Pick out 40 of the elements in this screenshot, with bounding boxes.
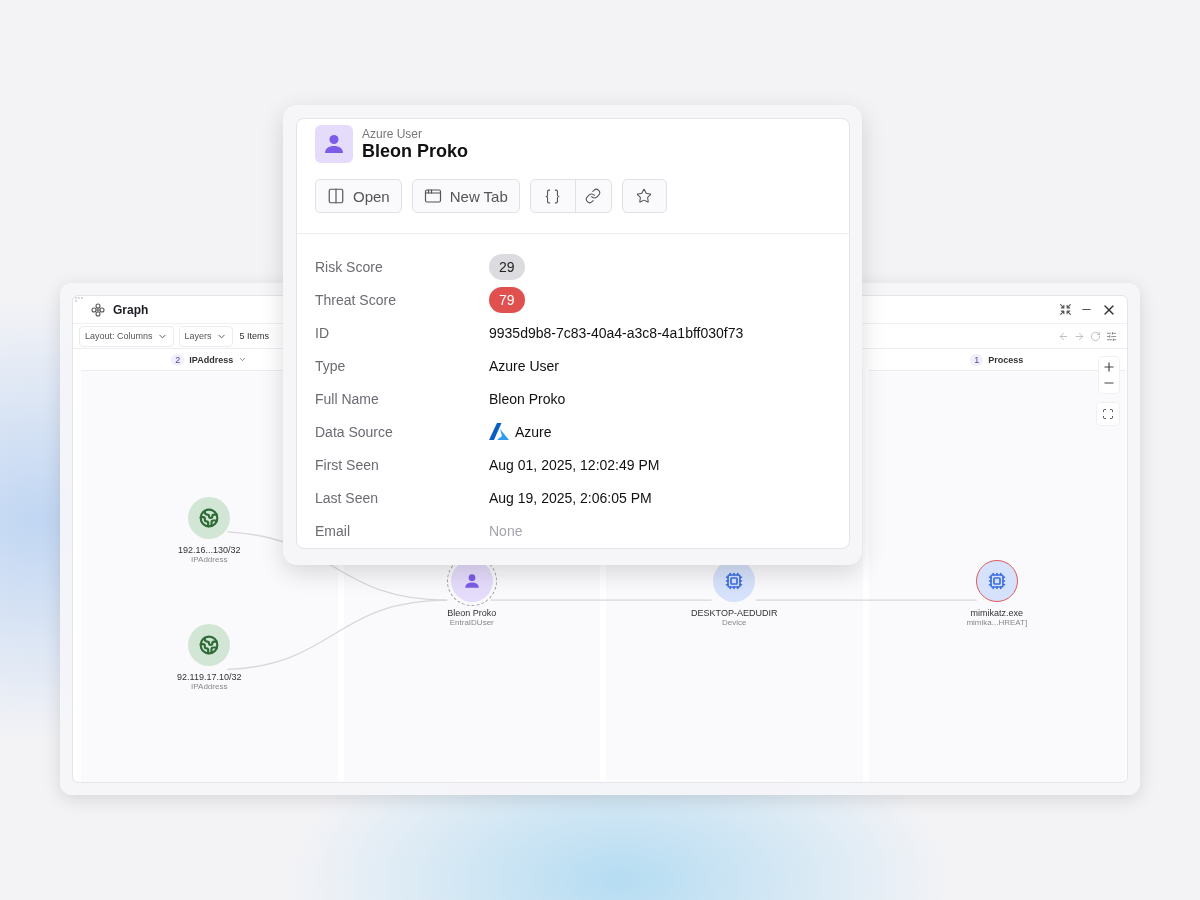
score-badge: 79 bbox=[489, 286, 525, 313]
field-label: Threat Score bbox=[315, 290, 397, 310]
open-button[interactable]: Open bbox=[315, 179, 402, 213]
node-type: IPAddress bbox=[191, 555, 228, 564]
field-label: Risk Score bbox=[315, 257, 384, 277]
column-count: 1 bbox=[970, 353, 984, 366]
entity-type: Azure User bbox=[362, 126, 424, 141]
field-value: Bleon Proko bbox=[489, 390, 566, 407]
field-label: Data Source bbox=[315, 422, 394, 442]
field-value: Azure bbox=[515, 423, 552, 440]
node-label: Bleon Proko bbox=[447, 608, 497, 618]
node-label: 92.119.17.10/32 bbox=[177, 672, 242, 682]
node-type: EntraIDUser bbox=[449, 618, 494, 627]
node-label: mimikatz.exe bbox=[970, 608, 1023, 618]
score-badge: 29 bbox=[489, 253, 525, 280]
field-value: None bbox=[489, 522, 523, 539]
column-count: 2 bbox=[171, 353, 185, 366]
field-label: Full Name bbox=[315, 389, 380, 409]
entity-name: Bleon Proko bbox=[362, 140, 468, 162]
node-label: DESKTOP-AEDUDIR bbox=[691, 608, 778, 618]
field-label: ID bbox=[315, 323, 330, 343]
field-label: First Seen bbox=[315, 455, 380, 475]
column-title: IPAddress bbox=[189, 354, 234, 365]
new-tab-button[interactable]: New Tab bbox=[411, 179, 520, 213]
items-count: 5 Items bbox=[239, 331, 270, 341]
field-label: Last Seen bbox=[315, 488, 380, 508]
field-label: Type bbox=[315, 356, 347, 376]
node-label: 192.16...130/32 bbox=[177, 545, 241, 555]
layers-dropdown[interactable]: Layers bbox=[178, 325, 233, 347]
field-label: Email bbox=[315, 521, 351, 541]
window-title: Graph bbox=[113, 302, 150, 317]
field-value: Aug 19, 2025, 2:06:05 PM bbox=[489, 489, 652, 506]
field-value: Aug 01, 2025, 12:02:49 PM bbox=[489, 456, 660, 473]
node-type: IPAddress bbox=[191, 682, 228, 691]
node-type: mimika...HREAT] bbox=[966, 618, 1028, 627]
field-value: 9935d9b8-7c83-40a4-a3c8-4a1bff030f73 bbox=[489, 324, 744, 341]
node-type: Device bbox=[722, 618, 747, 627]
field-value: Azure User bbox=[489, 357, 560, 374]
column-title: Process bbox=[988, 354, 1024, 365]
layout-dropdown[interactable]: Layout: Columns bbox=[79, 325, 174, 347]
